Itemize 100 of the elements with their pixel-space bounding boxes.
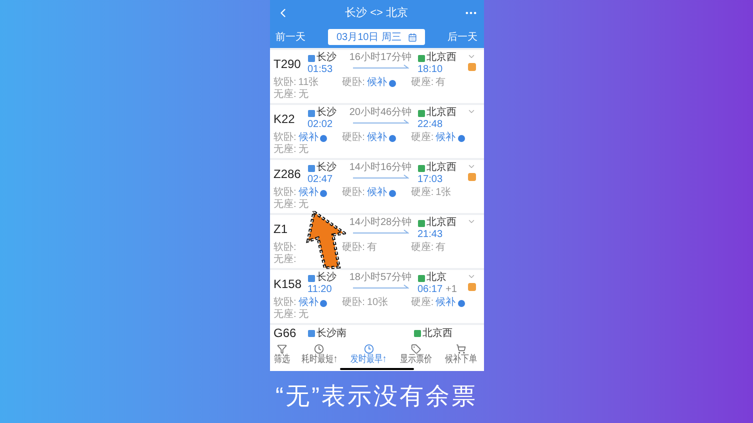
depart-time: 11:20 [308,284,333,296]
seat-label: 硬卧: [342,297,365,309]
toolbar-icon [276,344,287,354]
seat-label: 硬卧: [342,77,365,89]
depart-time: 01:53 [308,64,334,76]
seat-value: 10张 [366,297,388,309]
seat-label: 硬座: [410,77,434,89]
station-name: 北京西 [426,52,456,64]
station-name: 长沙 [316,107,336,119]
seat-label: 软卧: [274,242,296,254]
station-icon [308,330,314,336]
day-offset: +1 [446,284,457,296]
toolbar-icon [411,344,422,354]
toolbar-tab[interactable]: 发时最早↑ [346,344,392,366]
toolbar-icon [314,344,324,354]
info-icon [320,190,328,196]
station-icon [308,54,314,62]
duration: 18小时57分钟 [349,272,412,284]
seat-label: 软卧: [274,132,296,144]
seat-value: 11张 [298,77,319,89]
seat-label: 硬座: [410,297,434,309]
toolbar-icon [456,344,466,354]
seat-value: 候补 [298,187,318,199]
station-icon [418,274,424,282]
seat-label: 硬卧: [342,132,365,144]
arrive-time: 22:48 [418,119,443,131]
seat-label: 硬座: [410,132,434,144]
info-icon [388,80,396,86]
previous-day-button[interactable]: 前一天 [276,30,306,44]
info-icon [458,300,465,306]
arrive-time: 06:17 [418,284,443,296]
toolbar-tab[interactable]: 候补下单 [441,344,482,366]
train-card[interactable]: K22 长沙 02:02 20小时46分钟 北京西 22:48 软卧: 候补 硬卧: 候补 硬座: 候补 无座: 无 [270,105,484,158]
date-text: 03月10日 周三 [336,30,402,44]
info-icon [320,300,328,306]
station-name: 长沙南 [316,326,346,340]
train-number: K22 [274,113,295,125]
next-day-button[interactable]: 后一天 [448,30,478,44]
station-name: 北京西 [426,107,456,119]
date-picker[interactable]: 03月10日 周三 [328,29,425,45]
arrive-time: 17:03 [418,174,443,186]
seat-label: 无座: [274,309,296,321]
chevron-down-icon[interactable] [467,162,476,171]
duration: 14小时28分钟 [349,217,412,229]
train-number: G66 [274,325,298,342]
info-icon [458,134,465,142]
video-caption: “无”表示没有余票 [276,382,478,412]
toolbar-tab[interactable]: 筛选 [272,344,292,366]
seat-value: 候补 [366,187,387,199]
station-name: 北京 [426,272,446,284]
seat-label: 软卧: [274,297,296,308]
toolbar-icon [364,344,374,354]
seat-value: 候补 [298,297,318,309]
toolbar-tab[interactable]: 耗时最短↑ [296,344,342,366]
arrive-time: 21:43 [418,229,443,241]
train-card[interactable]: G66 长沙南 北京西 [270,325,484,341]
station-name: 长沙 [316,52,336,64]
depart-time: 02:02 [308,119,334,131]
chevron-down-icon[interactable] [467,107,476,116]
depart-time: 02:47 [308,174,334,186]
station-icon [308,274,314,282]
station-icon [308,110,314,116]
station-icon [418,220,424,226]
calendar-icon [408,32,417,42]
seat-value: 无 [298,89,308,101]
duration: 14小时16分钟 [349,162,412,174]
train-number: T290 [274,58,301,70]
seat-label: 硬座: [410,242,434,254]
train-number: K158 [274,278,302,290]
chevron-down-icon[interactable] [467,217,476,226]
arrive-time: 18:10 [418,64,443,76]
station-name: 北京西 [426,217,456,229]
duration: 16小时17分钟 [349,52,412,64]
seat-label: 软卧: [274,187,296,198]
seat-label: 无座: [274,199,296,211]
seat-value: 候补 [366,77,387,89]
seat-value: 候补 [436,132,456,144]
station-name: 长沙 [316,162,336,174]
chevron-down-icon[interactable] [467,52,476,61]
seat-label: 硬卧: [342,242,365,254]
seat-label: 无座: [274,89,296,101]
seat-label: 软卧: [274,77,296,88]
toolbar-tab[interactable]: 显示票价 [396,344,436,366]
duration: 20小时46分钟 [349,107,412,119]
train-number: Z286 [274,168,301,180]
seat-label: 无座: [274,144,296,156]
seat-value: 1张 [436,187,452,199]
station-name: 长沙 [316,272,336,284]
seat-value: 候补 [298,132,318,144]
seat-value: 候补 [366,132,387,144]
seat-value: 有 [436,77,446,89]
seat-value: 无 [298,309,308,321]
station-icon [418,110,424,116]
chevron-down-icon[interactable] [467,272,476,281]
station-icon [308,164,314,172]
seat-value: 无 [298,199,308,211]
route-title: 长沙 <> 北京 [345,6,408,21]
seat-label: 硬卧: [342,187,365,199]
seat-label: 无座: [274,254,296,266]
station-icon [418,164,424,172]
